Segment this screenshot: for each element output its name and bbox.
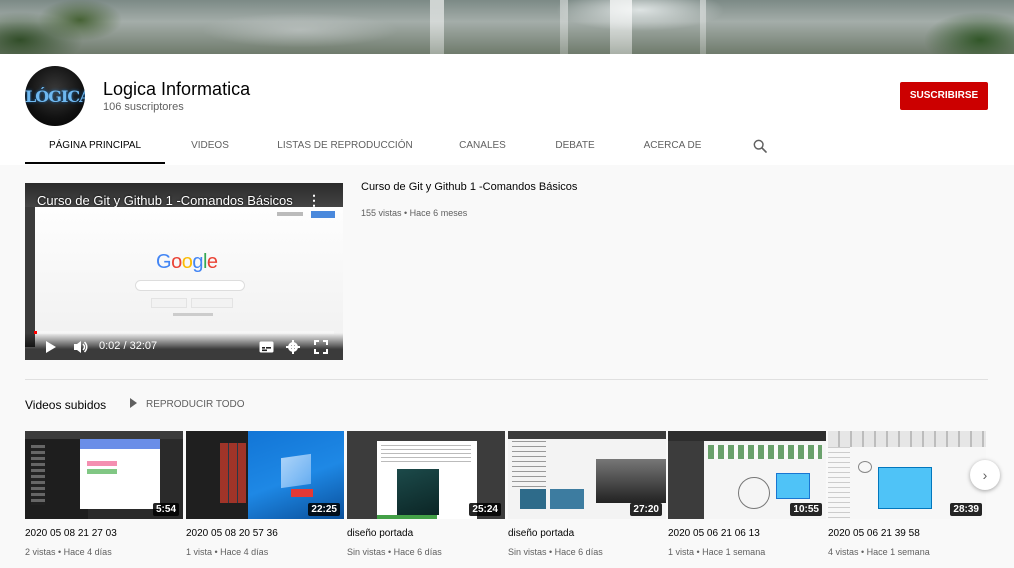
google-search-button xyxy=(151,298,187,308)
channel-tabs: PÁGINA PRINCIPAL VIDEOS LISTAS DE REPROD… xyxy=(25,128,785,164)
featured-video-meta: 155 vistas • Hace 6 meses xyxy=(361,208,468,218)
video-title[interactable]: 2020 05 06 21 06 13 xyxy=(668,528,760,539)
video-title[interactable]: 2020 05 06 21 39 58 xyxy=(828,528,920,539)
video-meta: Sin vistas • Hace 6 días xyxy=(508,547,603,557)
tab-videos[interactable]: VIDEOS xyxy=(175,128,245,164)
video-card[interactable]: 27:20 diseño portada Sin vistas • Hace 6… xyxy=(508,431,666,557)
video-card[interactable]: 5:54 2020 05 08 21 27 03 2 vistas • Hace… xyxy=(25,431,183,557)
video-thumbnail[interactable]: 25:24 xyxy=(347,431,505,519)
video-title[interactable]: 2020 05 08 20 57 36 xyxy=(186,528,278,539)
search-icon[interactable] xyxy=(752,138,768,154)
video-meta: 1 vista • Hace 4 días xyxy=(186,547,269,557)
video-duration: 22:25 xyxy=(308,503,340,516)
video-thumbnail[interactable]: 10:55 xyxy=(668,431,826,519)
play-all-label: REPRODUCIR TODO xyxy=(146,399,245,410)
tab-discussion[interactable]: DEBATE xyxy=(540,128,610,164)
progress-played xyxy=(34,331,37,334)
video-thumbnail[interactable]: 5:54 xyxy=(25,431,183,519)
google-logo: Google xyxy=(156,251,218,273)
video-duration: 5:54 xyxy=(152,503,179,516)
tab-home[interactable]: PÁGINA PRINCIPAL xyxy=(25,128,165,164)
video-card[interactable]: 22:25 2020 05 08 20 57 36 1 vista • Hace… xyxy=(186,431,344,557)
screen-signin-button xyxy=(311,211,335,218)
tab-channels[interactable]: CANALES xyxy=(445,128,520,164)
video-title[interactable]: diseño portada xyxy=(508,528,574,539)
video-meta: 4 vistas • Hace 1 semana xyxy=(828,547,930,557)
video-card[interactable]: 10:55 2020 05 06 21 06 13 1 vista • Hace… xyxy=(668,431,826,557)
channel-name: Logica Informatica xyxy=(103,79,251,99)
video-card[interactable]: 25:24 diseño portada Sin vistas • Hace 6… xyxy=(347,431,505,557)
video-card[interactable]: 28:39 2020 05 06 21 39 58 4 vistas • Hac… xyxy=(828,431,986,557)
screen-content xyxy=(35,207,343,347)
player-overlay-title[interactable]: Curso de Git y Github 1 -Comandos Básico… xyxy=(37,193,293,208)
volume-icon[interactable] xyxy=(73,340,89,354)
avatar-logo-text: LÓGICA xyxy=(25,87,85,106)
video-thumbnail[interactable]: 22:25 xyxy=(186,431,344,519)
google-footer-text xyxy=(173,313,213,316)
google-search-box xyxy=(135,280,245,291)
video-thumbnail[interactable]: 27:20 xyxy=(508,431,666,519)
subscriber-count: 106 suscriptores xyxy=(103,101,184,113)
featured-video-player[interactable]: Curso de Git y Github 1 -Comandos Básico… xyxy=(25,183,343,360)
video-thumbnail[interactable]: 28:39 xyxy=(828,431,986,519)
tab-about[interactable]: ACERCA DE xyxy=(630,128,715,164)
video-meta: 1 vista • Hace 1 semana xyxy=(668,547,766,557)
play-icon[interactable] xyxy=(45,340,57,354)
screen-links xyxy=(277,212,303,216)
play-all-button[interactable]: REPRODUCIR TODO xyxy=(130,398,245,410)
chevron-right-icon[interactable]: › xyxy=(970,460,1000,490)
video-meta: Sin vistas • Hace 6 días xyxy=(347,547,442,557)
uploads-section-title[interactable]: Videos subidos xyxy=(25,398,106,412)
play-all-icon xyxy=(130,398,137,408)
video-duration: 10:55 xyxy=(790,503,822,516)
video-duration: 27:20 xyxy=(630,503,662,516)
video-duration: 25:24 xyxy=(469,503,501,516)
google-lucky-button xyxy=(191,298,233,308)
fullscreen-icon[interactable] xyxy=(314,340,328,354)
subscribe-button[interactable]: SUSCRIBIRSE xyxy=(900,82,988,110)
video-title[interactable]: diseño portada xyxy=(347,528,413,539)
featured-video-title[interactable]: Curso de Git y Github 1 -Comandos Básico… xyxy=(361,181,577,193)
video-title[interactable]: 2020 05 08 21 27 03 xyxy=(25,528,117,539)
tab-playlists[interactable]: LISTAS DE REPRODUCCIÓN xyxy=(270,128,420,164)
player-progress-bar[interactable] xyxy=(34,331,334,334)
subtitles-icon[interactable] xyxy=(259,341,274,353)
channel-avatar[interactable]: LÓGICA xyxy=(25,66,85,126)
video-duration: 28:39 xyxy=(950,503,982,516)
video-meta: 2 vistas • Hace 4 días xyxy=(25,547,112,557)
player-timecode: 0:02 / 32:07 xyxy=(99,340,158,352)
screen-sidebar xyxy=(25,207,35,347)
settings-icon[interactable] xyxy=(286,340,300,354)
section-divider xyxy=(25,379,988,380)
channel-banner xyxy=(0,0,1014,54)
